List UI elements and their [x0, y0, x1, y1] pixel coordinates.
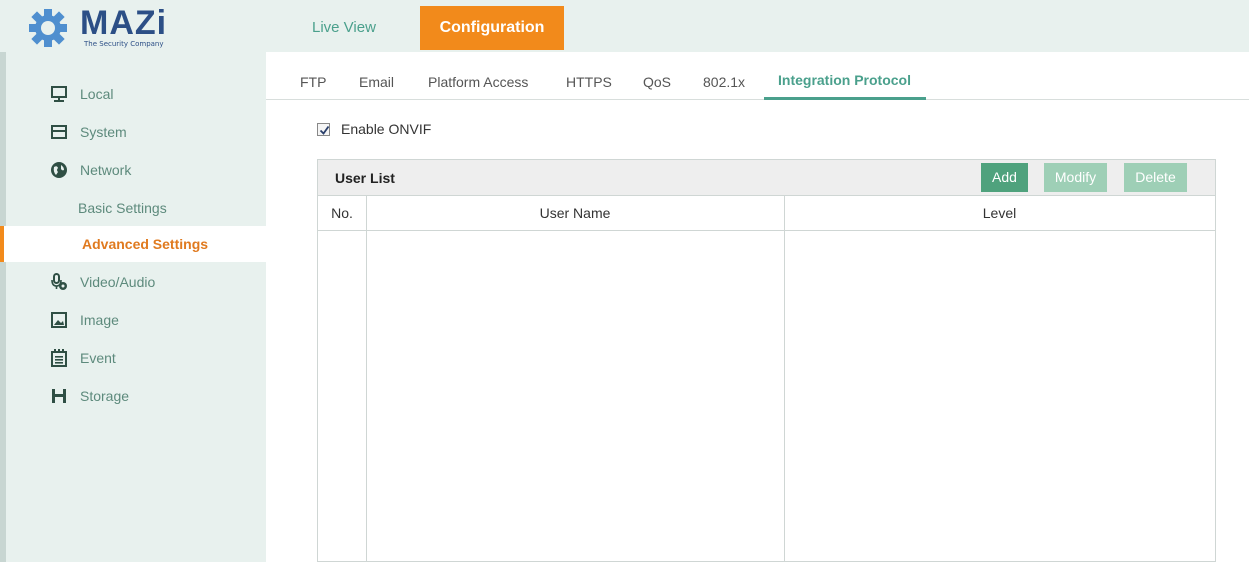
user-list-panel: User List Add Modify Delete No. User Nam… — [317, 159, 1216, 562]
monitor-icon — [51, 86, 67, 102]
sidebar-item-event[interactable]: Event — [6, 340, 266, 376]
tab-live-view[interactable]: Live View — [312, 6, 376, 50]
column-header-level: Level — [982, 205, 1017, 221]
column-divider — [784, 196, 785, 562]
user-list-header: User List Add Modify Delete — [318, 160, 1215, 196]
column-header-no: No. — [331, 205, 353, 221]
sidebar: Local System Network Basic Settings Adva… — [0, 52, 266, 562]
logo-tagline: The Security Company — [84, 40, 164, 48]
sidebar-subitem-basic-settings[interactable]: Basic Settings — [6, 190, 266, 226]
sidebar-subitem-advanced-settings[interactable]: Advanced Settings — [0, 226, 266, 262]
sidebar-subitem-label: Advanced Settings — [82, 236, 209, 252]
user-list-column-headers: No. User Name Level — [318, 196, 1215, 231]
image-icon — [51, 312, 67, 328]
sidebar-item-label: Network — [80, 162, 132, 178]
system-icon — [51, 125, 67, 139]
top-header: MAZi The Security Company Live View Conf… — [0, 0, 1249, 52]
sidebar-item-label: Image — [80, 312, 119, 328]
sidebar-item-system[interactable]: System — [6, 114, 266, 150]
enable-onvif-label: Enable ONVIF — [341, 121, 432, 137]
modify-button[interactable]: Modify — [1044, 163, 1107, 192]
calendar-icon — [51, 349, 67, 367]
tab-8021x[interactable]: 802.1x — [703, 74, 745, 90]
add-button[interactable]: Add — [981, 163, 1028, 192]
logo-wordmark: MAZi — [80, 4, 168, 42]
tab-configuration[interactable]: Configuration — [420, 6, 564, 50]
floppy-icon — [52, 389, 66, 403]
sidebar-item-label: Video/Audio — [80, 274, 156, 290]
tab-ftp[interactable]: FTP — [300, 74, 326, 90]
user-list-title: User List — [335, 170, 395, 186]
brand-logo: MAZi The Security Company — [26, 4, 196, 50]
microphone-icon — [51, 273, 67, 290]
sidebar-item-label: Local — [80, 86, 114, 102]
enable-onvif-checkbox[interactable] — [317, 123, 330, 136]
active-tab-indicator — [764, 97, 926, 100]
sidebar-item-network[interactable]: Network — [6, 152, 266, 188]
tab-https[interactable]: HTTPS — [566, 74, 612, 90]
sidebar-item-label: Event — [80, 350, 116, 366]
column-header-user-name: User Name — [539, 205, 611, 221]
tab-qos[interactable]: QoS — [643, 74, 671, 90]
sidebar-item-storage[interactable]: Storage — [6, 378, 266, 414]
sidebar-item-label: Storage — [80, 388, 130, 404]
sidebar-subitem-label: Basic Settings — [78, 200, 167, 216]
sidebar-item-video-audio[interactable]: Video/Audio — [6, 264, 266, 300]
sidebar-item-image[interactable]: Image — [6, 302, 266, 338]
column-divider — [366, 196, 367, 562]
delete-button[interactable]: Delete — [1124, 163, 1187, 192]
sidebar-item-label: System — [80, 124, 127, 140]
globe-icon — [51, 162, 67, 178]
tab-email[interactable]: Email — [359, 74, 394, 90]
tab-integration-protocol[interactable]: Integration Protocol — [778, 72, 911, 88]
checkmark-icon — [319, 125, 330, 135]
sidebar-item-local[interactable]: Local — [6, 76, 266, 112]
tab-platform-access[interactable]: Platform Access — [428, 74, 528, 90]
gear-logo-icon — [29, 9, 67, 47]
sub-tab-bar: FTP Email Platform Access HTTPS QoS 802.… — [266, 52, 1249, 100]
